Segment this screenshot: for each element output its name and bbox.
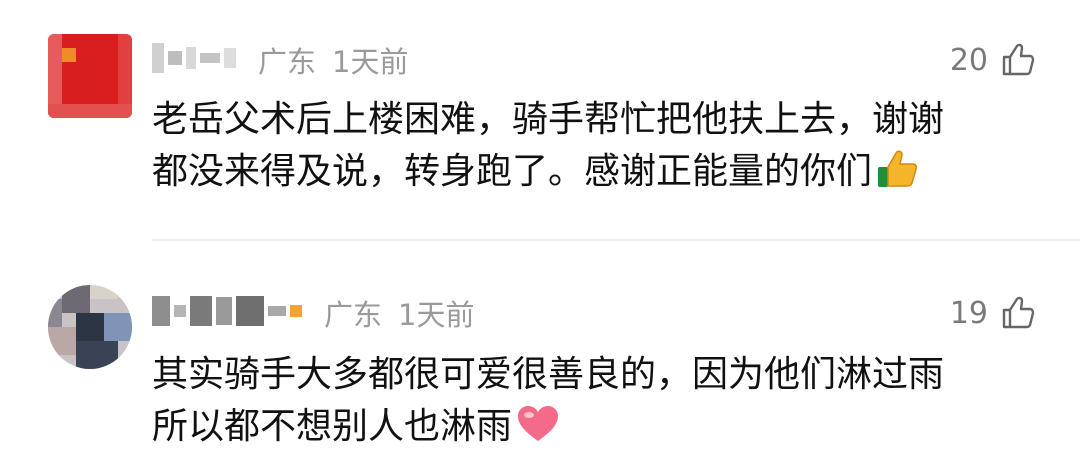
avatar[interactable] [48, 285, 132, 369]
comment-text-line: 都没来得及说，转身跑了。感谢正能量的你们 [152, 151, 873, 192]
comment-text-line: 其实骑手大多都很可爱很善良的，因为他们淋过雨 [152, 354, 945, 395]
username-blurred[interactable] [152, 296, 306, 330]
comment-time: 1天前 [332, 45, 409, 79]
comment-text-line: 老岳父术后上楼困难，骑手帮忙把他扶上去，谢谢 [152, 99, 945, 140]
comment-item: 广东 1天前 20 老岳父术后上楼困难，骑手帮忙把他扶上去，谢谢 都没来得及说，… [0, 0, 1080, 241]
comment-text-line: 所以都不想别人也淋雨 [152, 406, 513, 447]
comment-time: 1天前 [398, 298, 475, 332]
like-control[interactable]: 19 [950, 295, 1036, 331]
username-blurred[interactable] [152, 43, 240, 77]
like-control[interactable]: 20 [950, 42, 1036, 78]
thumb-up-icon[interactable] [1000, 42, 1036, 78]
comment-text: 老岳父术后上楼困难，骑手帮忙把他扶上去，谢谢 都没来得及说，转身跑了。感谢正能量… [152, 94, 1042, 198]
avatar[interactable] [48, 34, 132, 118]
thumbs-up-emoji-icon [878, 150, 918, 187]
like-count: 19 [949, 295, 988, 331]
comment-item: 广东 1天前 19 其实骑手大多都很可爱很善良的，因为他们淋过雨 所以都不想别人… [0, 241, 1080, 475]
thumb-up-icon[interactable] [1000, 295, 1036, 331]
heart-emoji-icon [518, 406, 559, 441]
like-count: 20 [949, 42, 988, 78]
comment-location: 广东 [258, 45, 317, 79]
comment-text: 其实骑手大多都很可爱很善良的，因为他们淋过雨 所以都不想别人也淋雨 [152, 349, 1042, 453]
comment-meta: 广东 1天前 [152, 293, 490, 333]
comment-location: 广东 [324, 298, 383, 332]
comment-meta: 广东 1天前 [152, 40, 424, 80]
